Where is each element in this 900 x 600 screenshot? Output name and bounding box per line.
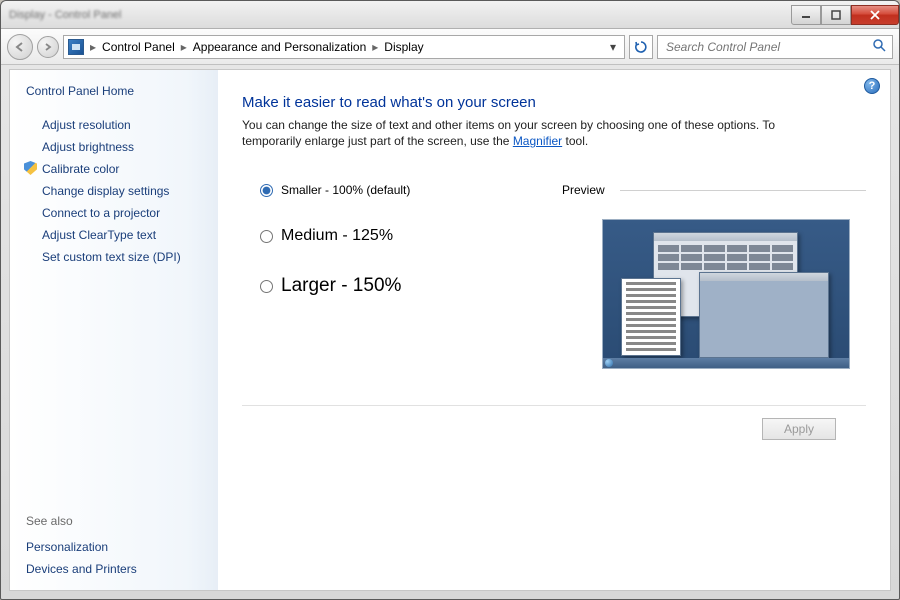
radio-medium[interactable]: Medium - 125%: [260, 227, 502, 245]
sidebar-link-dpi[interactable]: Set custom text size (DPI): [26, 246, 210, 268]
sidebar-home-link[interactable]: Control Panel Home: [26, 84, 210, 98]
radio-smaller[interactable]: Smaller - 100% (default): [260, 183, 502, 197]
page-description: You can change the size of text and othe…: [242, 117, 782, 149]
maximize-button[interactable]: [821, 5, 851, 25]
sidebar-link-calibrate[interactable]: Calibrate color: [26, 158, 210, 180]
sidebar: Control Panel Home Adjust resolution Adj…: [10, 70, 218, 590]
address-dropdown[interactable]: ▾: [604, 40, 622, 54]
content-area: ? Make it easier to read what's on your …: [218, 70, 890, 590]
chevron-right-icon: ▸: [179, 40, 189, 54]
control-panel-icon: [68, 39, 84, 55]
sidebar-link-cleartype[interactable]: Adjust ClearType text: [26, 224, 210, 246]
desc-text-pre: You can change the size of text and othe…: [242, 118, 775, 148]
page-title: Make it easier to read what's on your sc…: [242, 94, 866, 111]
forward-button[interactable]: [37, 36, 59, 58]
breadcrumb-mid[interactable]: Appearance and Personalization: [189, 40, 370, 54]
sidebar-link-projector[interactable]: Connect to a projector: [26, 202, 210, 224]
magnifier-link[interactable]: Magnifier: [513, 134, 562, 148]
see-also-devices[interactable]: Devices and Printers: [26, 558, 210, 580]
search-input[interactable]: [664, 39, 872, 55]
preview-taskbar: [603, 358, 849, 368]
apply-button[interactable]: Apply: [762, 418, 836, 440]
nav-bar: ▸ Control Panel ▸ Appearance and Persona…: [1, 29, 899, 65]
preview-group: Preview: [562, 183, 866, 369]
radio-medium-label: Medium - 125%: [281, 227, 393, 245]
refresh-button[interactable]: [629, 35, 653, 59]
radio-smaller-input[interactable]: [260, 184, 273, 197]
window-frame: Display - Control Panel ▸ Control Panel …: [0, 0, 900, 600]
radio-group: Smaller - 100% (default) Medium - 125% L…: [242, 183, 502, 369]
body: Control Panel Home Adjust resolution Adj…: [9, 69, 891, 591]
radio-larger-label: Larger - 150%: [281, 275, 401, 297]
titlebar: Display - Control Panel: [1, 1, 899, 29]
back-button[interactable]: [7, 34, 33, 60]
divider: [242, 405, 866, 406]
radio-medium-input[interactable]: [260, 230, 273, 243]
window-buttons: [791, 5, 899, 25]
see-also-personalization[interactable]: Personalization: [26, 536, 210, 558]
options-row: Smaller - 100% (default) Medium - 125% L…: [242, 183, 866, 369]
address-bar[interactable]: ▸ Control Panel ▸ Appearance and Persona…: [63, 35, 625, 59]
sidebar-link-brightness[interactable]: Adjust brightness: [26, 136, 210, 158]
breadcrumb-leaf[interactable]: Display: [380, 40, 427, 54]
search-icon: [872, 38, 886, 55]
see-also-heading: See also: [26, 514, 210, 528]
sidebar-link-display-settings[interactable]: Change display settings: [26, 180, 210, 202]
help-icon[interactable]: ?: [864, 78, 880, 94]
chevron-right-icon: ▸: [88, 40, 98, 54]
radio-smaller-label: Smaller - 100% (default): [281, 183, 410, 197]
close-button[interactable]: [851, 5, 899, 25]
preview-label: Preview: [562, 183, 866, 197]
minimize-button[interactable]: [791, 5, 821, 25]
radio-larger-input[interactable]: [260, 280, 273, 293]
chevron-right-icon: ▸: [370, 40, 380, 54]
breadcrumb-root[interactable]: Control Panel: [98, 40, 179, 54]
apply-row: Apply: [242, 418, 866, 440]
preview-window-mid: [699, 272, 829, 358]
preview-window-front: [621, 278, 681, 356]
radio-larger[interactable]: Larger - 150%: [260, 275, 502, 297]
sidebar-link-resolution[interactable]: Adjust resolution: [26, 114, 210, 136]
preview-image: [602, 219, 850, 369]
desc-text-post: tool.: [562, 134, 588, 148]
window-title: Display - Control Panel: [9, 9, 122, 21]
search-box[interactable]: [657, 35, 893, 59]
